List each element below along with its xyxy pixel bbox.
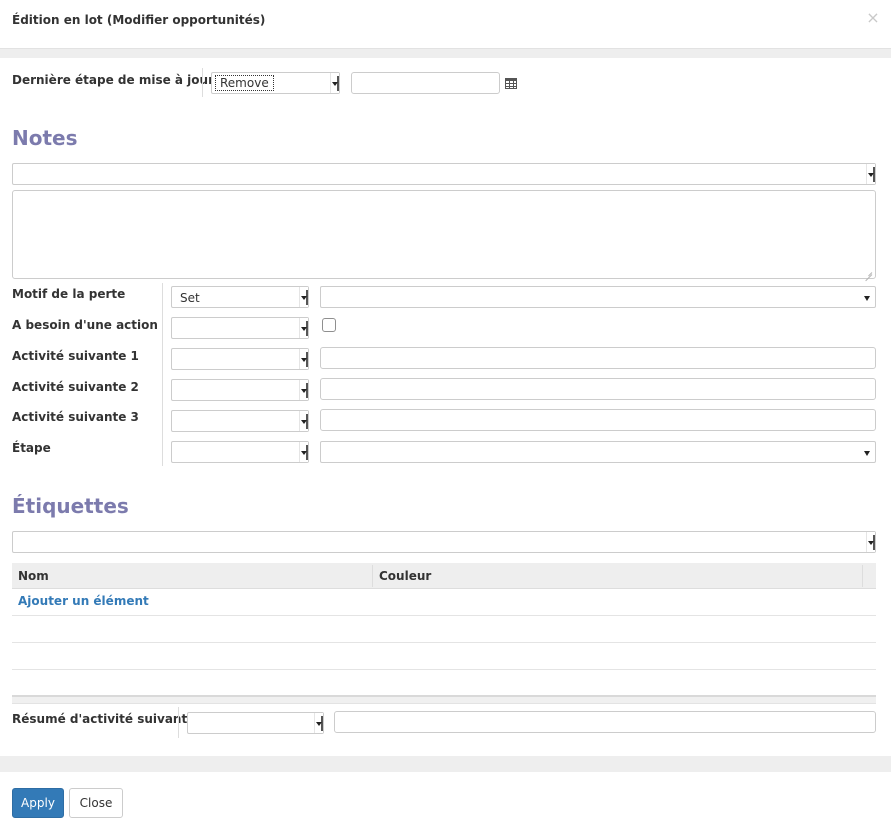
next-activity-3-label: Activité suivante 3 (12, 410, 139, 424)
resize-grip-icon[interactable] (864, 267, 872, 275)
chevron-down-icon (866, 164, 875, 184)
lost-reason-action-value: Set (180, 291, 200, 305)
stage-label: Étape (12, 441, 51, 455)
needs-action-action-select[interactable] (171, 317, 309, 339)
chevron-down-icon (314, 713, 323, 733)
activity-summary-label: Résumé d'activité suivant (12, 712, 188, 726)
notes-section-title: Notes (12, 126, 78, 150)
lost-reason-label: Motif de la perte (12, 287, 126, 301)
table-row (12, 615, 876, 616)
chevron-down-icon (299, 380, 308, 400)
chevron-down-icon (299, 349, 308, 369)
last-stage-update-date-input[interactable] (351, 72, 500, 94)
tags-action-select[interactable] (12, 531, 876, 553)
notes-action-select[interactable] (12, 163, 876, 185)
chevron-down-icon (299, 411, 308, 431)
close-button[interactable]: Close (69, 788, 123, 818)
next-activity-2-input[interactable] (320, 378, 876, 400)
table-row (12, 669, 876, 670)
next-activity-2-label: Activité suivante 2 (12, 380, 139, 394)
activity-summary-action-select[interactable] (187, 712, 324, 734)
next-activity-3-action-select[interactable] (171, 410, 309, 432)
table-footer-separator (12, 695, 876, 704)
header-divider (0, 48, 891, 58)
needs-action-checkbox[interactable] (322, 318, 336, 332)
column-header-color[interactable]: Couleur (373, 563, 431, 589)
chevron-down-icon (866, 532, 875, 552)
apply-button[interactable]: Apply (12, 788, 64, 818)
next-activity-1-label: Activité suivante 1 (12, 349, 139, 363)
add-item-link[interactable]: Ajouter un élément (18, 594, 149, 608)
last-stage-update-label: Dernière étape de mise à jour (12, 73, 215, 87)
tags-table-header: Nom Couleur (12, 563, 876, 589)
fields-label-separator (162, 283, 163, 466)
notes-textarea[interactable] (12, 190, 876, 279)
caret-down-icon (864, 296, 870, 301)
chevron-down-icon (299, 442, 308, 462)
label-separator (202, 68, 203, 97)
table-row (12, 642, 876, 643)
next-activity-2-action-select[interactable] (171, 379, 309, 401)
chevron-down-icon (330, 73, 339, 93)
column-separator (862, 565, 863, 587)
next-activity-3-input[interactable] (320, 409, 876, 431)
chevron-down-icon (299, 318, 308, 338)
needs-action-label: A besoin d'une action (12, 318, 158, 332)
stage-action-select[interactable] (171, 441, 309, 463)
label-separator (178, 707, 179, 738)
column-header-name[interactable]: Nom (12, 563, 49, 589)
lost-reason-value-select[interactable] (320, 286, 876, 308)
next-activity-1-action-select[interactable] (171, 348, 309, 370)
footer-divider (0, 756, 891, 772)
activity-summary-input[interactable] (334, 711, 876, 733)
dialog-title: Édition en lot (Modifier opportunités) (12, 13, 266, 27)
last-stage-update-action-select[interactable]: Remove (211, 72, 340, 94)
lost-reason-action-select[interactable]: Set (171, 286, 309, 308)
stage-value-select[interactable] (320, 441, 876, 463)
next-activity-1-input[interactable] (320, 347, 876, 369)
chevron-down-icon (299, 287, 308, 307)
calendar-icon[interactable] (505, 78, 517, 89)
last-stage-update-action-value: Remove (215, 75, 274, 91)
caret-down-icon (864, 451, 870, 456)
tags-section-title: Étiquettes (12, 494, 129, 518)
close-icon[interactable]: × (866, 9, 880, 27)
